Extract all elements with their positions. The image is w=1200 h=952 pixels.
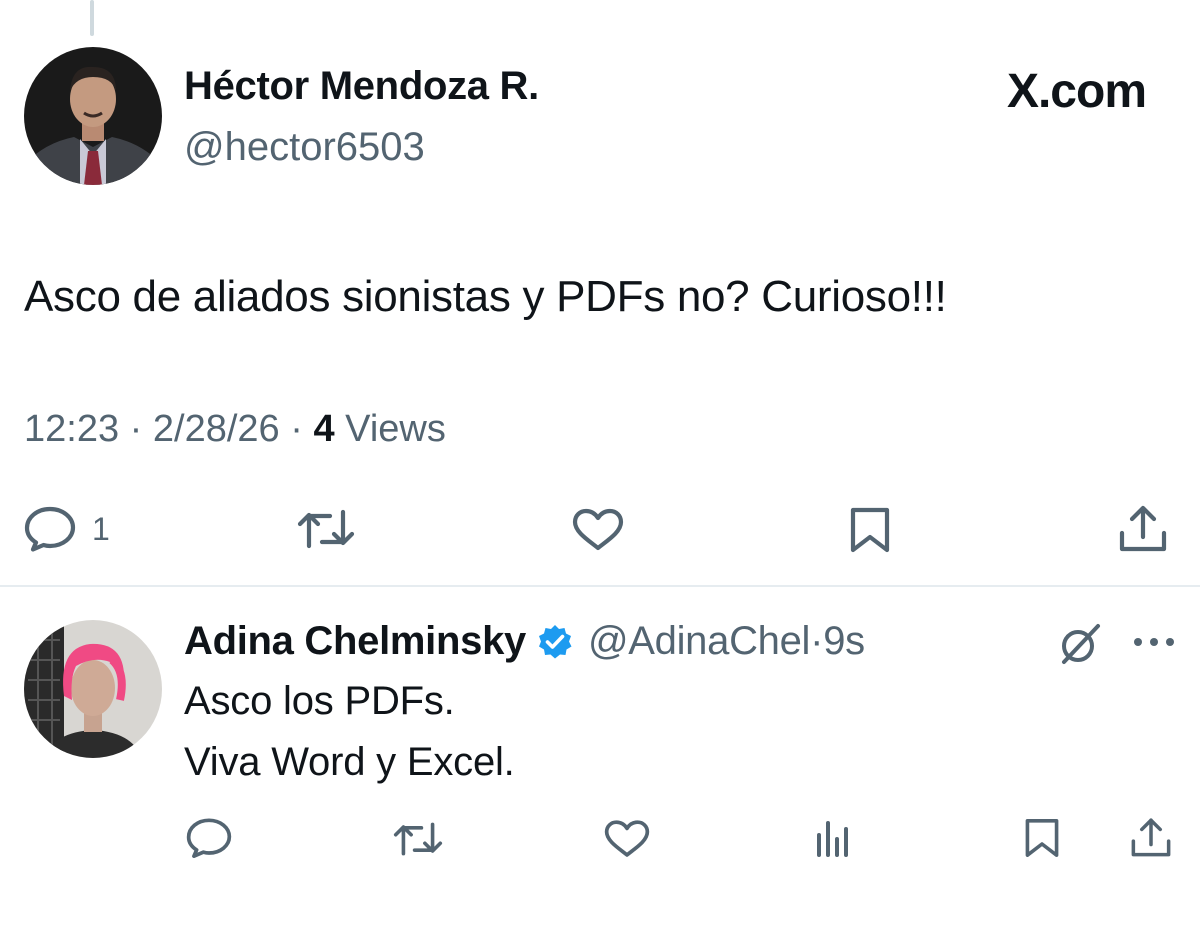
retweet-button[interactable] xyxy=(296,508,356,550)
reply-tweet[interactable]: Adina Chelminsky @AdinaChel · 9s Asco lo… xyxy=(0,587,1200,952)
avatar[interactable] xyxy=(24,47,162,185)
share-button[interactable] xyxy=(1130,815,1172,859)
views-count[interactable]: 4 xyxy=(313,408,334,450)
reply-icon xyxy=(186,818,232,858)
reply-time[interactable]: 9s xyxy=(823,619,865,664)
like-button[interactable] xyxy=(572,508,624,552)
avatar[interactable] xyxy=(24,620,162,758)
share-icon xyxy=(1131,818,1171,857)
bookmark-icon xyxy=(850,507,890,553)
brand-logo: X.com xyxy=(1006,65,1147,118)
meta-separator: · xyxy=(810,619,824,663)
views-button[interactable] xyxy=(815,817,851,859)
heart-icon xyxy=(572,508,624,551)
avatar-image xyxy=(24,620,162,758)
reply-text-line: Viva Word y Excel. xyxy=(184,740,515,784)
author-handle[interactable]: @hector6503 xyxy=(184,125,425,170)
verified-badge-icon[interactable] xyxy=(536,623,574,661)
meta-separator: · xyxy=(119,408,153,450)
views-label[interactable]: Views xyxy=(345,408,446,450)
reply-header: Adina Chelminsky @AdinaChel · 9s xyxy=(184,619,865,664)
retweet-button[interactable] xyxy=(392,821,444,857)
tweet-text: Asco de aliados sionistas y PDFs no? Cur… xyxy=(24,272,947,321)
grok-icon[interactable] xyxy=(1056,620,1104,668)
reply-button[interactable]: 1 xyxy=(24,506,110,552)
retweet-icon xyxy=(297,509,355,549)
heart-icon xyxy=(604,820,650,857)
reply-button[interactable] xyxy=(186,817,232,859)
analytics-icon xyxy=(817,821,848,857)
share-icon xyxy=(1119,505,1167,552)
reply-text-line: Asco los PDFs. xyxy=(184,679,455,723)
tweet-time[interactable]: 12:23 xyxy=(24,408,119,450)
author-handle[interactable]: @AdinaChel xyxy=(588,619,810,664)
author-name[interactable]: Adina Chelminsky xyxy=(184,619,526,664)
author-name[interactable]: Héctor Mendoza R. xyxy=(184,64,539,109)
reply-icon xyxy=(24,506,76,552)
more-options-icon[interactable] xyxy=(1130,635,1178,649)
retweet-icon xyxy=(393,822,443,856)
like-button[interactable] xyxy=(604,819,650,859)
bookmark-button[interactable] xyxy=(1024,817,1060,859)
avatar-image xyxy=(24,47,162,185)
bookmark-icon xyxy=(1025,819,1059,857)
tweet-meta: 12:23 · 2/28/26 · 4 Views xyxy=(24,408,446,451)
meta-separator: · xyxy=(279,408,314,450)
bookmark-button[interactable] xyxy=(849,506,891,554)
share-button[interactable] xyxy=(1118,503,1168,553)
tweet-date[interactable]: 2/28/26 xyxy=(153,408,280,450)
main-tweet: Héctor Mendoza R. @hector6503 X.com Asco… xyxy=(0,0,1200,586)
reply-count: 1 xyxy=(92,510,110,547)
